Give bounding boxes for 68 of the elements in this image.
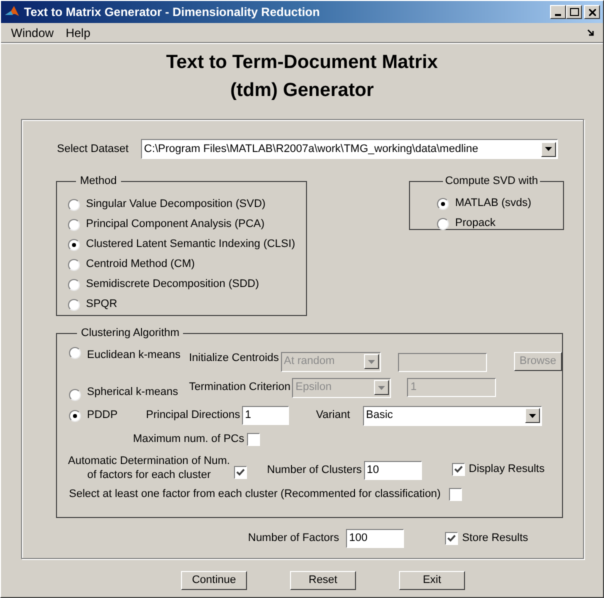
option-label: Singular Value Decomposition (SVD)	[86, 197, 266, 212]
dataset-label: Select Dataset	[57, 142, 130, 157]
caret-icon	[378, 386, 386, 390]
field-label: Principal Directions	[146, 408, 242, 424]
checkbox[interactable]	[247, 433, 260, 446]
group-title: Clustering Algorithm	[80, 326, 180, 341]
checkbox-label: Store Results	[462, 531, 528, 546]
checkbox-label: Maximum num. of PCs	[133, 432, 244, 448]
field-label: Termination Criterion	[189, 380, 290, 394]
option-label: Propack	[455, 216, 496, 232]
radio-button[interactable]	[69, 388, 81, 400]
variant-dropdown[interactable]: Basic	[363, 406, 542, 426]
radio-button[interactable]	[68, 238, 80, 250]
caret-icon	[368, 360, 375, 364]
minimize-button[interactable]	[550, 5, 566, 19]
checkbox[interactable]	[445, 532, 458, 545]
option-label: Centroid Method (CM)	[86, 257, 195, 272]
menu-item[interactable]: Window	[5, 24, 60, 42]
menu-item[interactable]: Help	[60, 24, 96, 42]
input-field[interactable]: 1	[242, 406, 289, 425]
option-label: Semidiscrete Decomposition (SDD)	[86, 277, 259, 292]
minimize-icon	[555, 14, 561, 16]
option-label: Clustered Latent Semantic Indexing (CLSI)	[86, 237, 296, 252]
radio-button[interactable]	[437, 218, 450, 230]
close-button[interactable]	[584, 5, 600, 19]
field-label: Number of Clusters	[267, 463, 362, 478]
dialog-button[interactable]: Continue	[181, 571, 247, 590]
caret-icon	[545, 147, 552, 151]
field-label: Number of Factors	[248, 531, 340, 546]
checkbox-label: Display Results	[468, 462, 545, 478]
window-title: Text to Matrix Generator - Dimensionality Reduction	[24, 4, 321, 21]
option-label: Euclidean k-means	[87, 348, 181, 362]
dialog-button[interactable]: Exit	[399, 571, 465, 590]
radio-button[interactable]	[437, 198, 450, 210]
dock-arrow-icon	[587, 28, 595, 36]
radio-button[interactable]	[68, 278, 80, 290]
dropdown-arrow-button[interactable]	[541, 142, 556, 156]
group-title: Method	[79, 174, 118, 189]
radio-button[interactable]	[69, 346, 81, 358]
checkbox[interactable]	[452, 463, 465, 476]
checkbox[interactable]	[234, 466, 247, 479]
dialog-button[interactable]: Reset	[290, 571, 356, 590]
close-icon	[588, 8, 596, 16]
checkbox[interactable]	[448, 488, 462, 501]
dataset-dropdown[interactable]: C:\Program Files\MATLAB\R2007a\work\TMG_working\data\medline	[141, 139, 558, 159]
option-label: Principal Component Analysis (PCA)	[86, 217, 265, 232]
field-label: Initialize Centroids	[189, 351, 279, 366]
radio-button[interactable]	[69, 410, 81, 422]
option-label: PDDP	[87, 408, 118, 424]
input-field[interactable]: 10	[364, 461, 422, 480]
maximize-icon	[570, 8, 578, 16]
maximize-button[interactable]	[566, 5, 582, 19]
radio-button[interactable]	[68, 198, 80, 210]
option-label: MATLAB (svds)	[455, 196, 532, 212]
radio-button[interactable]	[68, 258, 80, 270]
caret-icon	[529, 414, 536, 418]
dropdown-arrow-button[interactable]	[525, 408, 540, 423]
heading-text: (tdm) Generator	[230, 79, 374, 103]
option-label: Spherical k-means	[87, 385, 178, 400]
checkbox-label: Automatic Determination of Num. of factors for each cluster	[67, 454, 231, 482]
checkbox-label: Select at least one factor from each cluster (Recommented for classification)	[69, 487, 441, 502]
radio-button[interactable]	[68, 298, 80, 310]
radio-button[interactable]	[68, 218, 80, 230]
field-label: Variant	[316, 408, 352, 424]
input-field[interactable]: 100	[346, 529, 404, 548]
heading-text: Text to Term-Document Matrix	[166, 51, 438, 75]
option-label: SPQR	[86, 297, 118, 312]
group-title: Compute SVD with	[444, 174, 540, 189]
